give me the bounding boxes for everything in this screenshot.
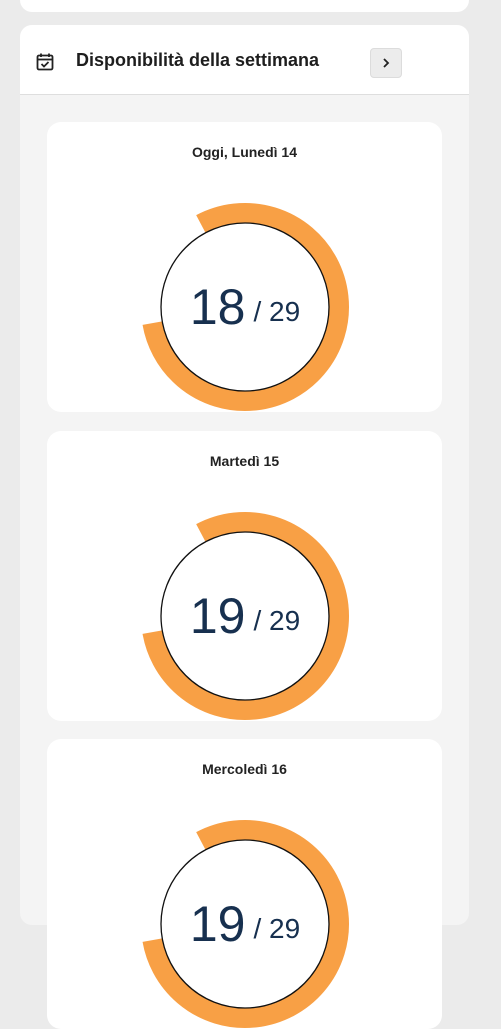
total-count: 29 — [269, 296, 301, 327]
day-card[interactable]: Martedì 15 19 / 29 — [47, 431, 442, 721]
chevron-right-icon — [383, 58, 390, 68]
weekly-availability-panel: Disponibilità della settimana Oggi, Lune… — [20, 25, 469, 1029]
available-count: 18 — [189, 279, 246, 335]
availability-count: 18 / 29 — [140, 202, 350, 412]
day-label: Mercoledì 16 — [202, 761, 287, 777]
panel-title: Disponibilità della settimana — [76, 50, 320, 70]
day-card[interactable]: Mercoledì 16 19 / 29 — [47, 739, 442, 1029]
available-count: 19 — [189, 896, 246, 952]
available-count: 19 — [189, 588, 246, 644]
total-count: 29 — [269, 605, 301, 636]
day-label: Martedì 15 — [209, 453, 280, 469]
calendar-check-icon — [36, 53, 54, 71]
previous-card — [20, 0, 469, 12]
count-separator: / — [253, 605, 262, 636]
total-count: 29 — [269, 913, 301, 944]
day-label: Oggi, Lunedì 14 — [191, 144, 297, 160]
count-separator: / — [253, 296, 262, 327]
count-separator: / — [253, 913, 262, 944]
next-week-button[interactable] — [370, 48, 402, 78]
availability-count: 19 / 29 — [140, 511, 350, 721]
day-card[interactable]: Oggi, Lunedì 14 18 / 29 — [47, 122, 442, 412]
panel-header: Disponibilità della settimana — [20, 25, 469, 95]
availability-count: 19 / 29 — [140, 819, 350, 1029]
